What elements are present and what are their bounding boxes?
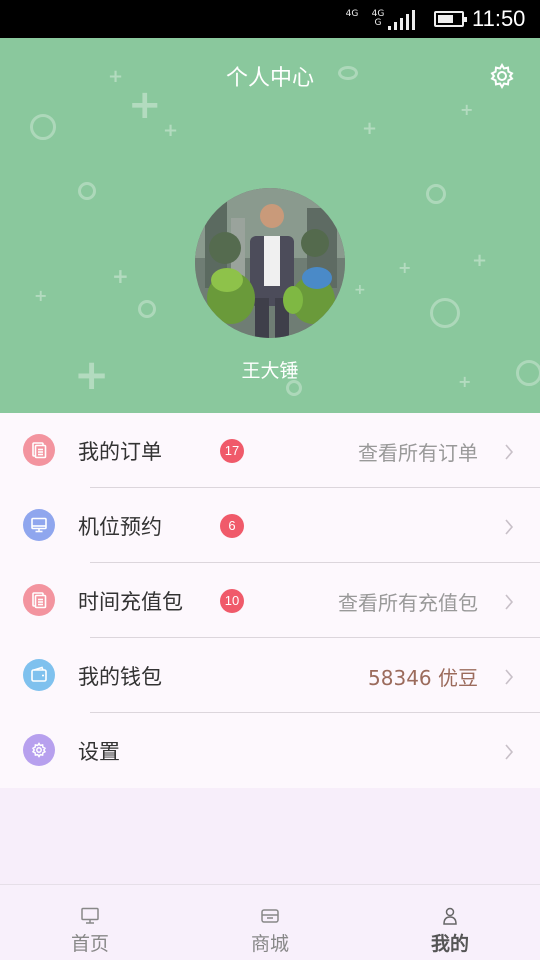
monitor-icon xyxy=(31,517,47,533)
booking-icon-circle xyxy=(23,509,55,541)
wallet-icon xyxy=(31,666,47,682)
network-indicator-2: 4G G xyxy=(371,9,385,28)
menu-item-label: 我的订单 xyxy=(78,440,162,464)
settings-icon-circle xyxy=(23,734,55,766)
store-icon xyxy=(261,909,279,923)
decor-plus-icon: + xyxy=(163,120,179,141)
menu-item-orders[interactable]: 我的订单 17 查看所有订单 xyxy=(0,413,540,488)
menu-item-seat-booking[interactable]: 机位预约 6 xyxy=(0,488,540,563)
decor-plus-icon: + xyxy=(34,286,48,305)
tab-mine[interactable]: 我的 xyxy=(360,885,540,960)
chevron-right-icon xyxy=(505,444,514,460)
orders-icon-circle xyxy=(23,434,55,466)
decor-plus-icon: + xyxy=(472,250,488,271)
booking-count-badge: 6 xyxy=(220,514,244,538)
tab-label: 商城 xyxy=(250,933,289,955)
tab-store[interactable]: 商城 xyxy=(180,885,360,960)
menu-item-label: 时间充值包 xyxy=(78,590,183,614)
gear-icon xyxy=(31,742,47,758)
chevron-right-icon xyxy=(505,744,514,760)
decor-plus-icon: + xyxy=(398,258,412,277)
decor-circle-icon xyxy=(138,300,156,318)
packages-icon-circle xyxy=(23,584,55,616)
tab-label: 首页 xyxy=(70,933,109,955)
menu-item-label: 机位预约 xyxy=(78,515,162,539)
tab-home[interactable]: 首页 xyxy=(0,885,180,960)
menu-list: 我的订单 17 查看所有订单 机位预约 6 时间充值包 10 查看所有充值包 我… xyxy=(0,413,540,788)
username: 王大锤 xyxy=(241,360,299,382)
settings-button[interactable] xyxy=(486,60,518,92)
profile-header: + + + + + + + + + + + + 个人中心 王大锤 xyxy=(0,38,540,413)
wallet-icon-circle xyxy=(23,659,55,691)
person-icon xyxy=(443,907,457,925)
wallet-balance: 58346 优豆 xyxy=(368,666,478,690)
decor-plus-icon: + xyxy=(354,282,366,298)
chevron-right-icon xyxy=(505,594,514,610)
avatar-photo xyxy=(195,188,345,338)
decor-plus-icon: + xyxy=(362,118,378,139)
view-all-packages-link[interactable]: 查看所有充值包 xyxy=(338,587,478,616)
signal-icon xyxy=(386,10,426,30)
decor-plus-icon: + xyxy=(460,100,474,119)
page-title: 个人中心 xyxy=(225,66,314,91)
view-all-orders-link[interactable]: 查看所有订单 xyxy=(358,437,478,466)
menu-item-label: 设置 xyxy=(78,740,120,764)
decor-circle-icon xyxy=(30,114,56,140)
chevron-right-icon xyxy=(505,669,514,685)
clock: 11:50 xyxy=(472,6,526,31)
chevron-right-icon xyxy=(505,519,514,535)
decor-circle-icon xyxy=(430,298,460,328)
menu-item-label: 我的钱包 xyxy=(78,665,162,689)
gear-icon xyxy=(490,62,514,90)
battery-icon xyxy=(434,11,467,27)
decor-circle-icon xyxy=(426,184,446,204)
status-bar: 4G 4G G 11:50 xyxy=(0,0,540,38)
menu-item-wallet[interactable]: 我的钱包 58346 优豆 xyxy=(0,638,540,713)
document-icon xyxy=(32,442,47,459)
bottom-nav: 首页 商城 我的 xyxy=(0,884,540,960)
tab-label: 我的 xyxy=(430,933,469,955)
monitor-icon xyxy=(81,907,99,924)
order-count-badge: 17 xyxy=(220,439,244,463)
menu-item-time-packages[interactable]: 时间充值包 10 查看所有充值包 xyxy=(0,563,540,638)
menu-item-settings[interactable]: 设置 xyxy=(0,713,540,788)
decor-circle-icon xyxy=(78,182,96,200)
avatar[interactable] xyxy=(195,188,345,338)
document-icon xyxy=(32,592,47,609)
decor-plus-icon: + xyxy=(112,264,129,288)
package-count-badge: 10 xyxy=(220,589,244,613)
network-indicator-1: 4G xyxy=(345,9,359,19)
